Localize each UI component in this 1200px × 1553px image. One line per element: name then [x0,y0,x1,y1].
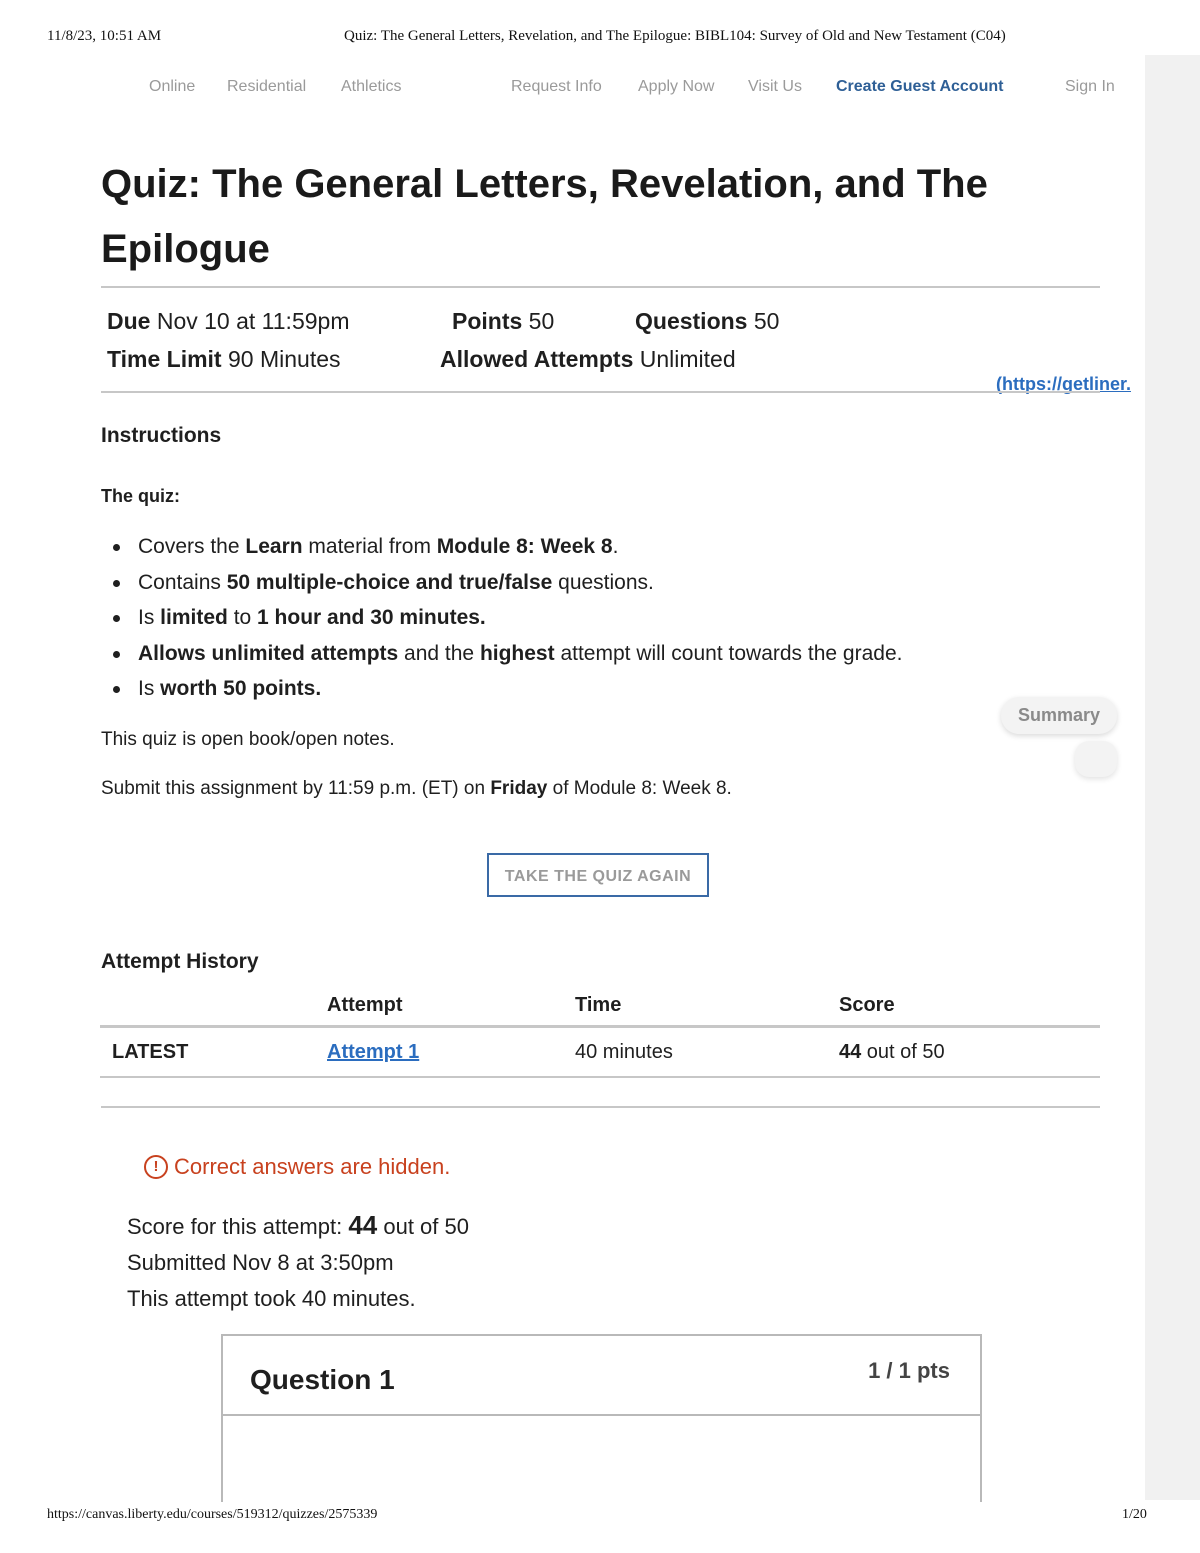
question-card: Question 1 1 / 1 pts [221,1334,982,1502]
nav-sign-in[interactable]: Sign In [1065,78,1115,96]
column-header: Time [563,985,827,1028]
open-book-note: This quiz is open book/open notes. [101,729,395,750]
submit-note: Submit this assignment by 11:59 p.m. (ET… [101,778,732,799]
due-label: Due [107,308,151,334]
due-date: Due Nov 10 at 11:59pm [107,308,349,335]
submitted-time: Submitted Nov 8 at 3:50pm [127,1250,394,1275]
score-value: 44 [348,1210,378,1240]
points-value: 50 [528,308,555,334]
page-title: Quiz: The General Letters, Revelation, a… [101,162,988,271]
alert-icon: ! [144,1155,168,1179]
answers-hidden-warning: ! Correct answers are hidden. [144,1154,450,1180]
attempt-status: LATEST [100,1026,315,1078]
questions-count: Questions 50 [635,308,779,335]
nav-create-guest-account[interactable]: Create Guest Account [836,78,1003,96]
instructions-heading: Instructions [101,424,222,447]
time-limit-value: 90 Minutes [228,346,341,372]
divider [101,391,1100,393]
question-header: Question 1 1 / 1 pts [223,1336,980,1416]
nav-visit-us[interactable]: Visit Us [748,78,802,96]
question-title: Question 1 [250,1364,395,1395]
list-item: Contains 50 multiple-choice and true/fal… [110,569,902,605]
take-quiz-again-button[interactable]: TAKE THE QUIZ AGAIN [487,853,709,897]
list-item: Is limited to 1 hour and 30 minutes. [110,604,902,640]
print-page-title: Quiz: The General Letters, Revelation, a… [344,28,1006,44]
questions-value: 50 [753,308,780,334]
print-date: 11/8/23, 10:51 AM [47,28,162,44]
column-header [100,985,315,1028]
nav-request-info[interactable]: Request Info [511,78,602,96]
question-points: 1 / 1 pts [868,1358,950,1383]
column-header: Score [827,985,1100,1028]
attempt-score: 44 out of 50 [827,1026,1100,1078]
instructions-list: Covers the Learn material from Module 8:… [110,533,902,711]
attempts-value: Unlimited [639,346,736,372]
print-page-number: 1/20 [1122,1507,1147,1522]
list-item: Is worth 50 points. [110,675,902,711]
summary-toggle[interactable] [1075,741,1117,777]
attempt-history-heading: Attempt History [101,950,259,973]
points: Points 50 [452,308,554,335]
nav-online[interactable]: Online [149,78,195,96]
attempt-time: 40 minutes [563,1026,827,1078]
attempt-score-line: Score for this attempt: 44 out of 50 [127,1210,469,1240]
scrollbar-track[interactable] [1145,55,1200,1500]
column-header: Attempt [315,985,563,1028]
points-label: Points [452,308,523,334]
nav-residential[interactable]: Residential [227,78,306,96]
table-header-row: Attempt Time Score [100,985,1100,1028]
warning-text: Correct answers are hidden. [174,1154,451,1179]
quiz-subheading: The quiz: [101,486,180,506]
list-item: Covers the Learn material from Module 8:… [110,533,902,569]
attempt-duration: This attempt took 40 minutes. [127,1286,416,1311]
questions-label: Questions [635,308,748,334]
due-value: Nov 10 at 11:59pm [156,308,350,334]
time-limit-label: Time Limit [107,346,222,372]
nav-apply-now[interactable]: Apply Now [638,78,714,96]
time-limit: Time Limit 90 Minutes [107,346,341,373]
nav-athletics[interactable]: Athletics [341,78,401,96]
attempt-history-table: Attempt Time Score LATEST Attempt 1 40 m… [100,985,1100,1078]
attempt-link[interactable]: Attempt 1 [327,1041,419,1063]
attempts-label: Allowed Attempts [440,346,634,372]
print-url: https://canvas.liberty.edu/courses/51931… [47,1507,378,1522]
divider [101,1106,1100,1108]
summary-button[interactable]: Summary [1001,697,1117,734]
divider [101,286,1100,288]
allowed-attempts: Allowed Attempts Unlimited [440,346,736,373]
list-item: Allows unlimited attempts and the highes… [110,640,902,676]
table-row: LATEST Attempt 1 40 minutes 44 out of 50 [100,1026,1100,1078]
